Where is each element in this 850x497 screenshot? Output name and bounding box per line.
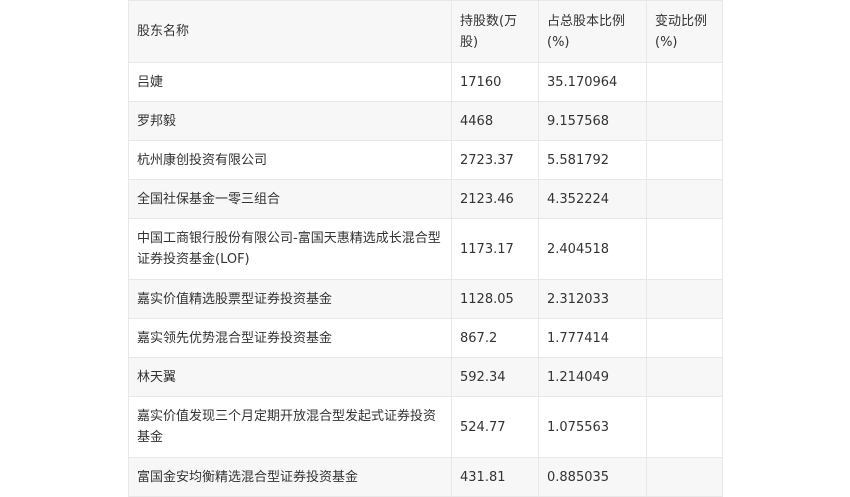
shareholder-table: 股东名称 持股数(万股) 占总股本比例(%) 变动比例(%) 吕婕 17160 … — [128, 0, 723, 497]
header-ratio: 占总股本比例(%) — [538, 0, 647, 63]
shareholder-table-container: 股东名称 持股数(万股) 占总股本比例(%) 变动比例(%) 吕婕 17160 … — [128, 0, 723, 497]
cell-name: 罗邦毅 — [128, 101, 452, 141]
cell-ratio: 9.157568 — [538, 101, 647, 141]
cell-ratio: 4.352224 — [538, 179, 647, 219]
cell-shares: 592.34 — [451, 357, 539, 397]
cell-name: 林天翼 — [128, 357, 452, 397]
table-row: 杭州康创投资有限公司 2723.37 5.581792 — [128, 140, 723, 180]
cell-change — [646, 279, 723, 319]
cell-ratio: 5.581792 — [538, 140, 647, 180]
cell-name: 嘉实领先优势混合型证券投资基金 — [128, 318, 452, 358]
cell-change — [646, 179, 723, 219]
cell-change — [646, 218, 723, 280]
table-row: 林天翼 592.34 1.214049 — [128, 357, 723, 397]
cell-shares: 524.77 — [451, 396, 539, 458]
cell-shares: 1173.17 — [451, 218, 539, 280]
cell-name: 中国工商银行股份有限公司-富国天惠精选成长混合型证券投资基金(LOF) — [128, 218, 452, 280]
cell-name: 嘉实价值精选股票型证券投资基金 — [128, 279, 452, 319]
cell-change — [646, 101, 723, 141]
cell-ratio: 1.214049 — [538, 357, 647, 397]
cell-ratio: 1.777414 — [538, 318, 647, 358]
cell-change — [646, 318, 723, 358]
table-row: 吕婕 17160 35.170964 — [128, 62, 723, 102]
table-row: 嘉实价值发现三个月定期开放混合型发起式证券投资基金 524.77 1.07556… — [128, 396, 723, 458]
cell-name: 富国金安均衡精选混合型证券投资基金 — [128, 457, 452, 497]
header-shareholder-name: 股东名称 — [128, 0, 452, 63]
cell-name: 杭州康创投资有限公司 — [128, 140, 452, 180]
cell-shares: 1128.05 — [451, 279, 539, 319]
cell-shares: 4468 — [451, 101, 539, 141]
table-row: 罗邦毅 4468 9.157568 — [128, 101, 723, 141]
table-body: 吕婕 17160 35.170964 罗邦毅 4468 9.157568 杭州康… — [128, 62, 723, 497]
table-row: 全国社保基金一零三组合 2123.46 4.352224 — [128, 179, 723, 219]
cell-ratio: 1.075563 — [538, 396, 647, 458]
cell-change — [646, 62, 723, 102]
table-row: 中国工商银行股份有限公司-富国天惠精选成长混合型证券投资基金(LOF) 1173… — [128, 218, 723, 280]
cell-change — [646, 396, 723, 458]
cell-name: 嘉实价值发现三个月定期开放混合型发起式证券投资基金 — [128, 396, 452, 458]
table-row: 嘉实价值精选股票型证券投资基金 1128.05 2.312033 — [128, 279, 723, 319]
cell-ratio: 2.404518 — [538, 218, 647, 280]
cell-change — [646, 140, 723, 180]
cell-change — [646, 357, 723, 397]
cell-shares: 2723.37 — [451, 140, 539, 180]
table-row: 富国金安均衡精选混合型证券投资基金 431.81 0.885035 — [128, 457, 723, 497]
cell-name: 全国社保基金一零三组合 — [128, 179, 452, 219]
cell-ratio: 35.170964 — [538, 62, 647, 102]
cell-shares: 17160 — [451, 62, 539, 102]
cell-shares: 2123.46 — [451, 179, 539, 219]
header-change: 变动比例(%) — [646, 0, 723, 63]
cell-ratio: 0.885035 — [538, 457, 647, 497]
table-row: 嘉实领先优势混合型证券投资基金 867.2 1.777414 — [128, 318, 723, 358]
header-shares: 持股数(万股) — [451, 0, 539, 63]
cell-shares: 867.2 — [451, 318, 539, 358]
cell-shares: 431.81 — [451, 457, 539, 497]
table-header: 股东名称 持股数(万股) 占总股本比例(%) 变动比例(%) — [128, 0, 723, 63]
header-row: 股东名称 持股数(万股) 占总股本比例(%) 变动比例(%) — [128, 0, 723, 63]
cell-ratio: 2.312033 — [538, 279, 647, 319]
cell-name: 吕婕 — [128, 62, 452, 102]
cell-change — [646, 457, 723, 497]
